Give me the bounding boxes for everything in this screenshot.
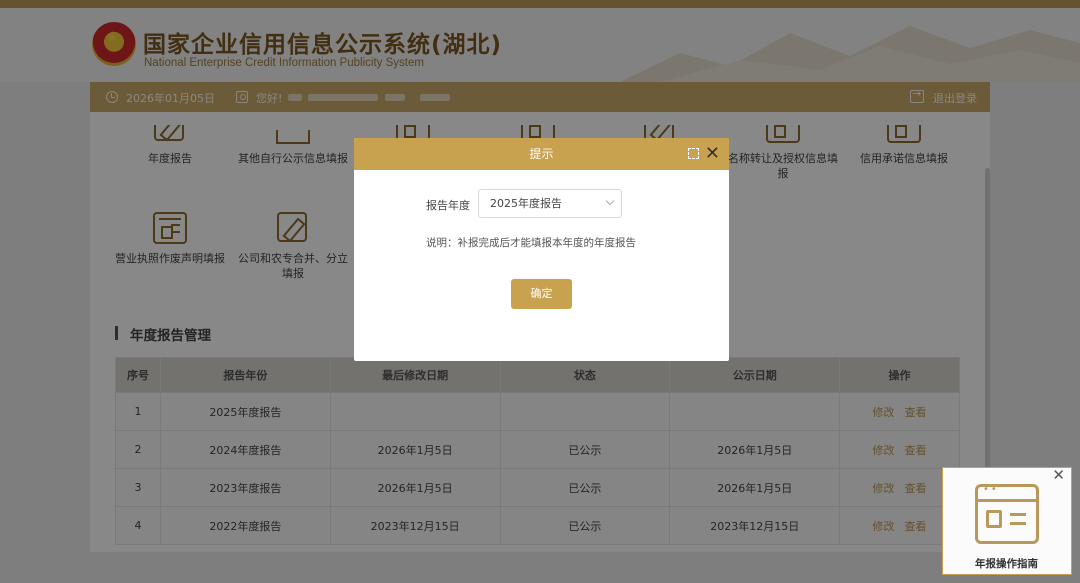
dialog-header: 提示 ✕ (354, 138, 729, 170)
close-icon[interactable]: ✕ (1052, 466, 1065, 484)
maximize-icon[interactable] (688, 148, 699, 159)
selected-year: 2025年度报告 (490, 197, 562, 210)
tip-dialog: 提示 ✕ 报告年度 2025年度报告 说明：补报完成后才能填报本年度的年度报告 … (354, 138, 729, 361)
annual-report-guide-widget[interactable]: ✕ 年报操作指南 (942, 466, 1072, 575)
dialog-title: 提示 (529, 147, 554, 161)
guide-document-icon (975, 484, 1039, 544)
confirm-button[interactable]: 确定 (511, 279, 572, 309)
report-year-select[interactable]: 2025年度报告 (478, 189, 622, 218)
close-icon[interactable]: ✕ (705, 138, 720, 170)
report-year-label: 报告年度 (426, 199, 470, 212)
dialog-note: 说明：补报完成后才能填报本年度的年度报告 (426, 237, 636, 249)
guide-label: 年报操作指南 (975, 558, 1038, 570)
chevron-down-icon (605, 196, 615, 206)
